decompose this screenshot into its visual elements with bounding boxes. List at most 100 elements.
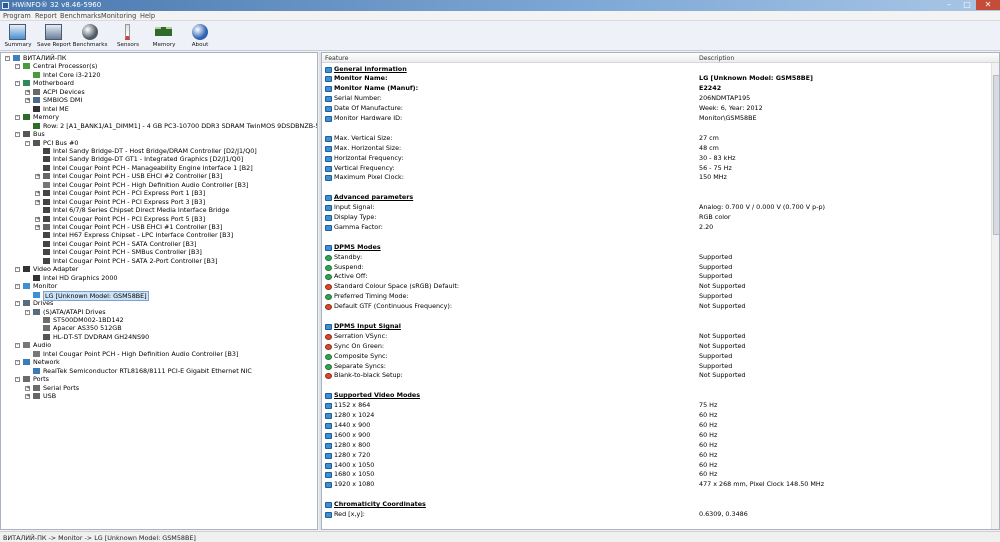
collapse-toggle-icon[interactable]: - <box>15 81 20 87</box>
tree-item[interactable]: + Intel Cougar Point PCH - PCI Express Po… <box>1 198 317 207</box>
expand-toggle-icon[interactable]: + <box>35 216 40 222</box>
section-header[interactable]: Supported Video Modes <box>322 391 992 401</box>
tree-item[interactable]: - Monitor <box>1 282 317 291</box>
detail-row[interactable]: Sync On Green: Not Supported <box>322 342 992 352</box>
collapse-toggle-icon[interactable]: - <box>15 377 20 383</box>
device-tree[interactable]: - ВИТАЛИЙ-ПК - Central Processor(s) Intel Co… <box>0 52 318 530</box>
detail-row[interactable]: 1440 x 900 60 Hz <box>322 421 992 431</box>
expand-toggle-icon[interactable]: + <box>35 191 40 197</box>
tree-item[interactable]: ST500DM002-1BD142 <box>1 316 317 325</box>
tree-item[interactable]: - Audio <box>1 341 317 350</box>
detail-row[interactable]: Default GTF (Continuous Frequency): Not S… <box>322 302 992 312</box>
tree-item[interactable]: - Memory <box>1 113 317 122</box>
tree-item[interactable]: + Serial Ports <box>1 384 317 393</box>
tree-item[interactable]: RealTek Semiconductor RTL8168/8111 PCI-E… <box>1 367 317 376</box>
detail-row[interactable]: Red [x,y]: 0.6309, 0.3486 <box>322 510 992 520</box>
tree-item[interactable]: - Motherboard <box>1 79 317 88</box>
detail-row[interactable]: Display Type: RGB color <box>322 213 992 223</box>
expand-toggle-icon[interactable]: + <box>35 199 40 205</box>
tree-item[interactable]: Intel Cougar Point PCH - High Definition… <box>1 350 317 359</box>
collapse-toggle-icon[interactable]: - <box>5 56 10 61</box>
detail-row[interactable]: Vertical Frequency: 56 - 75 Hz <box>322 164 992 174</box>
collapse-toggle-icon[interactable]: - <box>15 284 20 290</box>
detail-row[interactable]: Standard Colour Space (sRGB) Default: Not… <box>322 282 992 292</box>
tree-item[interactable]: + SMBIOS DMI <box>1 96 317 105</box>
collapse-toggle-icon[interactable]: - <box>15 115 20 121</box>
detail-row[interactable]: 1280 x 800 60 Hz <box>322 441 992 451</box>
tree-item[interactable]: - Central Processor(s) <box>1 62 317 71</box>
detail-row[interactable]: Standby: Supported <box>322 253 992 263</box>
tree-item[interactable]: + Intel Cougar Point PCH - USB EHCI #1 Co… <box>1 223 317 232</box>
detail-row[interactable]: Blank-to-black Setup: Not Supported <box>322 371 992 381</box>
detail-row[interactable]: 1680 x 1050 60 Hz <box>322 470 992 480</box>
tree-item[interactable]: Intel Cougar Point PCH - Manageability E… <box>1 164 317 173</box>
menu-report[interactable]: Report <box>35 12 57 20</box>
section-header[interactable]: DPMS Modes <box>322 243 992 253</box>
tree-item[interactable]: Intel Cougar Point PCH - High Definition… <box>1 181 317 190</box>
detail-row[interactable]: Composite Sync: Supported <box>322 352 992 362</box>
tree-item[interactable]: - (S)ATA/ATAPI Drives <box>1 308 317 317</box>
tree-item[interactable]: LG [Unknown Model: GSM58BE] <box>1 290 317 302</box>
tree-item[interactable]: Intel Sandy Bridge-DT - Host Bridge/DRAM… <box>1 147 317 156</box>
section-header[interactable]: Chromaticity Coordinates <box>322 500 992 510</box>
collapse-toggle-icon[interactable]: - <box>15 343 20 349</box>
benchmarks-button[interactable]: Benchmarks <box>72 22 108 50</box>
detail-row[interactable]: Max. Vertical Size: 27 cm <box>322 134 992 144</box>
tree-item[interactable]: - Ports <box>1 375 317 384</box>
expand-toggle-icon[interactable]: + <box>35 174 40 180</box>
tree-item[interactable]: Intel H67 Express Chipset - LPC Interfac… <box>1 231 317 240</box>
expand-toggle-icon[interactable]: + <box>25 394 30 399</box>
detail-row[interactable]: Active Off: Supported <box>322 272 992 282</box>
tree-item[interactable]: HL-DT-ST DVDRAM GH24NS90 <box>1 333 317 342</box>
detail-row[interactable]: Maximum Pixel Clock: 150 MHz <box>322 173 992 183</box>
details-scrollbar[interactable] <box>991 63 999 529</box>
collapse-toggle-icon[interactable]: - <box>15 267 20 273</box>
tree-item[interactable]: Row: 2 [A1_BANK1/A1_DIMM1] - 4 GB PC3-10… <box>1 122 317 131</box>
memory-button[interactable]: Memory <box>146 22 182 50</box>
tree-item[interactable]: Intel HD Graphics 2000 <box>1 274 317 283</box>
minimize-button[interactable]: – <box>940 0 958 10</box>
tree-item[interactable]: - PCI Bus #0 <box>1 139 317 148</box>
collapse-toggle-icon[interactable]: - <box>25 140 30 146</box>
detail-row[interactable]: Preferred Timing Mode: Supported <box>322 292 992 302</box>
detail-row[interactable]: 1920 x 1080 477 x 268 mm, Pixel Clock 148… <box>322 480 992 490</box>
tree-item[interactable]: Intel Core i3-2120 <box>1 71 317 80</box>
tree-item[interactable]: - Video Adapter <box>1 265 317 274</box>
maximize-button[interactable]: □ <box>958 0 976 10</box>
collapse-toggle-icon[interactable]: - <box>15 360 20 366</box>
summary-button[interactable]: Summary <box>0 22 36 50</box>
collapse-toggle-icon[interactable]: - <box>15 132 20 138</box>
tree-item[interactable]: Intel Cougar Point PCH - SATA 2-Port Con… <box>1 257 317 266</box>
expand-toggle-icon[interactable]: + <box>25 385 30 391</box>
detail-row[interactable]: Monitor Name (Manuf): E2242 <box>322 84 992 94</box>
detail-row[interactable]: Separate Syncs: Supported <box>322 362 992 372</box>
detail-row[interactable]: Date Of Manufacture: Week: 6, Year: 2012 <box>322 104 992 114</box>
detail-row[interactable]: Horizontal Frequency: 30 - 83 kHz <box>322 154 992 164</box>
tree-item[interactable]: + Intel Cougar Point PCH - USB EHCI #2 Co… <box>1 172 317 181</box>
tree-item[interactable]: Intel ME <box>1 105 317 114</box>
collapse-toggle-icon[interactable]: - <box>25 309 30 315</box>
section-header[interactable]: Advanced parameters <box>322 193 992 203</box>
tree-item[interactable]: + Intel Cougar Point PCH - PCI Express Po… <box>1 189 317 198</box>
detail-row[interactable]: 1152 x 864 75 Hz <box>322 401 992 411</box>
column-header-feature[interactable]: Feature <box>325 55 348 62</box>
detail-row[interactable]: 1280 x 720 60 Hz <box>322 451 992 461</box>
menu-program[interactable]: Program <box>3 12 31 20</box>
detail-row[interactable]: Max. Horizontal Size: 48 cm <box>322 144 992 154</box>
close-button[interactable]: ✕ <box>976 0 1000 10</box>
scrollbar-thumb[interactable] <box>993 75 999 235</box>
tree-item[interactable]: - Drives <box>1 299 317 308</box>
detail-row[interactable]: 1400 x 1050 60 Hz <box>322 461 992 471</box>
save-report-button[interactable]: Save Report <box>36 22 72 50</box>
detail-row[interactable]: Input Signal: Analog: 0.700 V / 0.000 V (… <box>322 203 992 213</box>
tree-item[interactable]: + ACPI Devices <box>1 88 317 97</box>
detail-row[interactable]: 1280 x 1024 60 Hz <box>322 411 992 421</box>
detail-row[interactable]: 1600 x 900 60 Hz <box>322 431 992 441</box>
detail-row[interactable]: Serial Number: 206NDMTAP195 <box>322 94 992 104</box>
detail-row[interactable]: Suspend: Supported <box>322 263 992 273</box>
menu-help[interactable]: Help <box>140 12 155 20</box>
section-header[interactable]: DPMS Input Signal <box>322 322 992 332</box>
tree-item[interactable]: + USB <box>1 392 317 401</box>
expand-toggle-icon[interactable]: + <box>25 98 30 104</box>
tree-item[interactable]: - Network <box>1 358 317 367</box>
